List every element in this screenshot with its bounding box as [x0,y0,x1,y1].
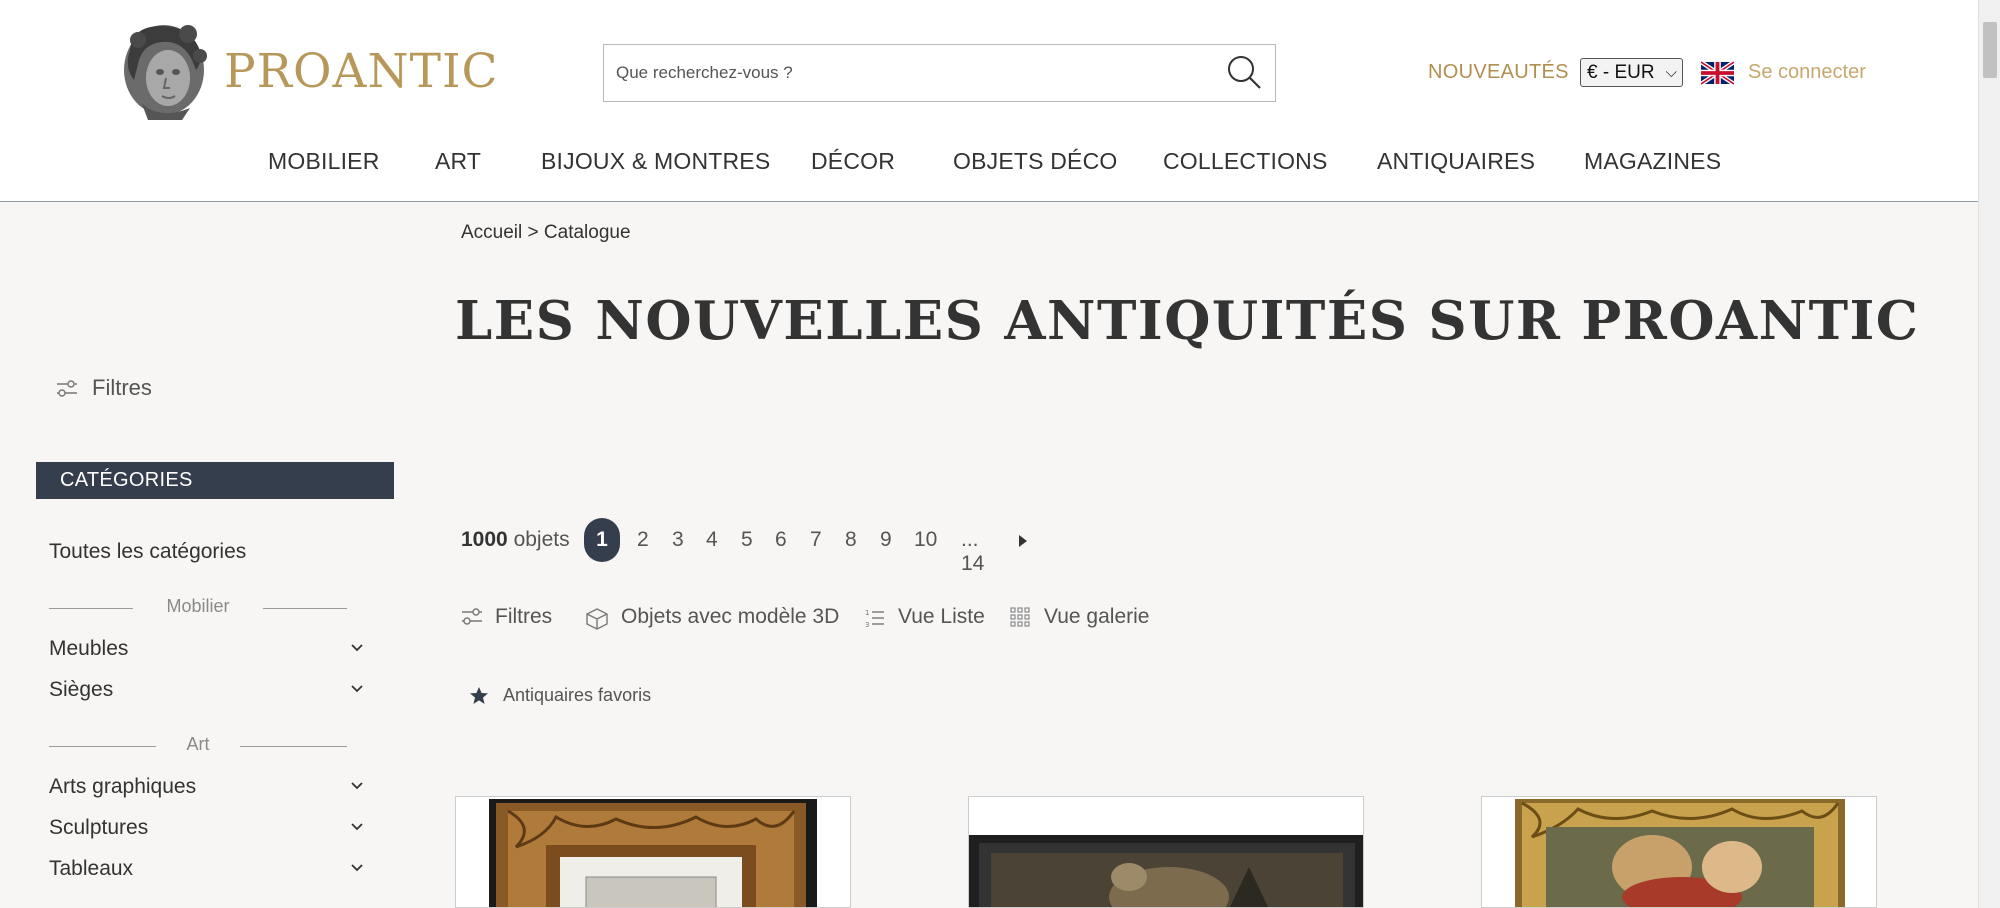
category-sieges[interactable]: Sièges [49,678,364,704]
gallery-view-label: Vue galerie [1044,605,1150,628]
group-title-label: Mobilier [166,596,230,616]
list-view-button[interactable]: 1 3 Vue Liste [864,605,994,631]
currency-select[interactable]: € - EUR ⌵ [1580,58,1683,87]
category-sculptures[interactable]: Sculptures [49,816,364,842]
page-link[interactable]: 10 [914,528,937,552]
page-link[interactable]: 8 [845,528,857,552]
product-image [456,797,850,907]
category-tableaux[interactable]: Tableaux [49,857,364,883]
group-title-label: Art [186,734,210,754]
category-label: Meubles [49,637,129,660]
logo-text[interactable]: PROANTIC [224,44,499,99]
product-card[interactable] [968,796,1364,908]
search-icon[interactable] [1224,52,1264,92]
page-link[interactable]: 4 [706,528,718,552]
svg-text:1: 1 [865,609,869,617]
chevron-down-icon[interactable] [350,861,364,875]
page-link-last[interactable]: ... 14 [961,528,984,576]
page-link[interactable]: 2 [637,528,649,552]
category-label: Arts graphiques [49,775,197,798]
login-link[interactable]: Se connecter [1748,61,1866,84]
svg-text:3: 3 [865,621,869,629]
uk-flag-icon[interactable] [1701,61,1734,85]
grid-view-icon [1010,607,1030,627]
group-title-art: Art [49,734,347,758]
next-page-icon[interactable] [1017,534,1029,548]
site-header: PROANTIC NOUVEAUTÉS € - EUR ⌵ Se connect… [0,0,1978,202]
gallery-view-button[interactable]: Vue galerie [1010,605,1160,631]
product-card[interactable] [1481,796,1877,908]
nav-item-mobilier[interactable]: MOBILIER [268,148,380,175]
favorite-dealers-label: Antiquaires favoris [503,685,652,705]
category-label: Sculptures [49,816,149,839]
results-count: 1000 objets [461,528,570,552]
page-link[interactable]: 5 [741,528,753,552]
page-link[interactable]: 7 [810,528,822,552]
categories-header: CATÉGORIES [36,462,394,499]
filters-label: Filtres [495,605,553,628]
category-arts-graphiques[interactable]: Arts graphiques [49,775,364,801]
product-image [969,797,1363,907]
list-view-icon: 1 3 [865,609,884,629]
nav-item-decor[interactable]: DÉCOR [811,148,895,175]
logo-bust-icon[interactable] [112,20,212,122]
page-scrollbar[interactable] [1978,0,2000,908]
filters-button[interactable]: Filtres [461,605,581,631]
results-count-number: 1000 [461,528,508,551]
chevron-down-icon[interactable] [350,779,364,793]
list-view-label: Vue Liste [898,605,985,628]
chevron-down-icon[interactable] [350,682,364,696]
nav-item-collections[interactable]: COLLECTIONS [1163,148,1328,175]
star-icon [470,687,488,704]
chevron-down-icon: ⌵ [1665,64,1677,81]
category-label: Sièges [49,678,114,701]
group-title-mobilier: Mobilier [49,596,347,620]
currency-value: € - EUR [1587,62,1655,83]
page-current[interactable]: 1 [584,518,620,562]
page-link[interactable]: 3 [672,528,684,552]
page-title: LES NOUVELLES ANTIQUITÉS SUR PROANTIC [455,290,1920,352]
category-meubles[interactable]: Meubles [49,637,364,663]
search-bar [603,44,1276,102]
results-count-label: objets [513,528,570,551]
nav-item-magazines[interactable]: MAGAZINES [1584,148,1721,175]
chevron-down-icon[interactable] [350,641,364,655]
chevron-down-icon[interactable] [350,820,364,834]
cube-3d-icon [586,608,608,630]
nav-item-bijoux-montres[interactable]: BIJOUX & MONTRES [541,148,770,175]
sidebar-filters-label: Filtres [92,375,152,400]
search-input[interactable] [616,45,1196,101]
nav-item-art[interactable]: ART [435,148,481,175]
breadcrumb[interactable]: Accueil > Catalogue [461,222,631,244]
nav-item-antiquaires[interactable]: ANTIQUAIRES [1377,148,1535,175]
3d-models-button[interactable]: Objets avec modèle 3D [584,605,844,631]
nouveautes-link[interactable]: NOUVEAUTÉS [1428,61,1569,84]
page-link[interactable]: 6 [775,528,787,552]
filter-sliders-icon [462,608,482,625]
all-categories-link[interactable]: Toutes les catégories [49,540,246,564]
3d-models-label: Objets avec modèle 3D [621,605,840,628]
nav-item-objets-deco[interactable]: OBJETS DÉCO [953,148,1118,175]
scrollbar-thumb[interactable] [1983,22,1997,78]
filter-sliders-icon [57,380,77,397]
category-label: Tableaux [49,857,134,880]
product-image [1482,797,1876,907]
product-card[interactable] [455,796,851,908]
page-link[interactable]: 9 [880,528,892,552]
main-nav: MOBILIER ART BIJOUX & MONTRES DÉCOR OBJE… [0,148,1978,178]
